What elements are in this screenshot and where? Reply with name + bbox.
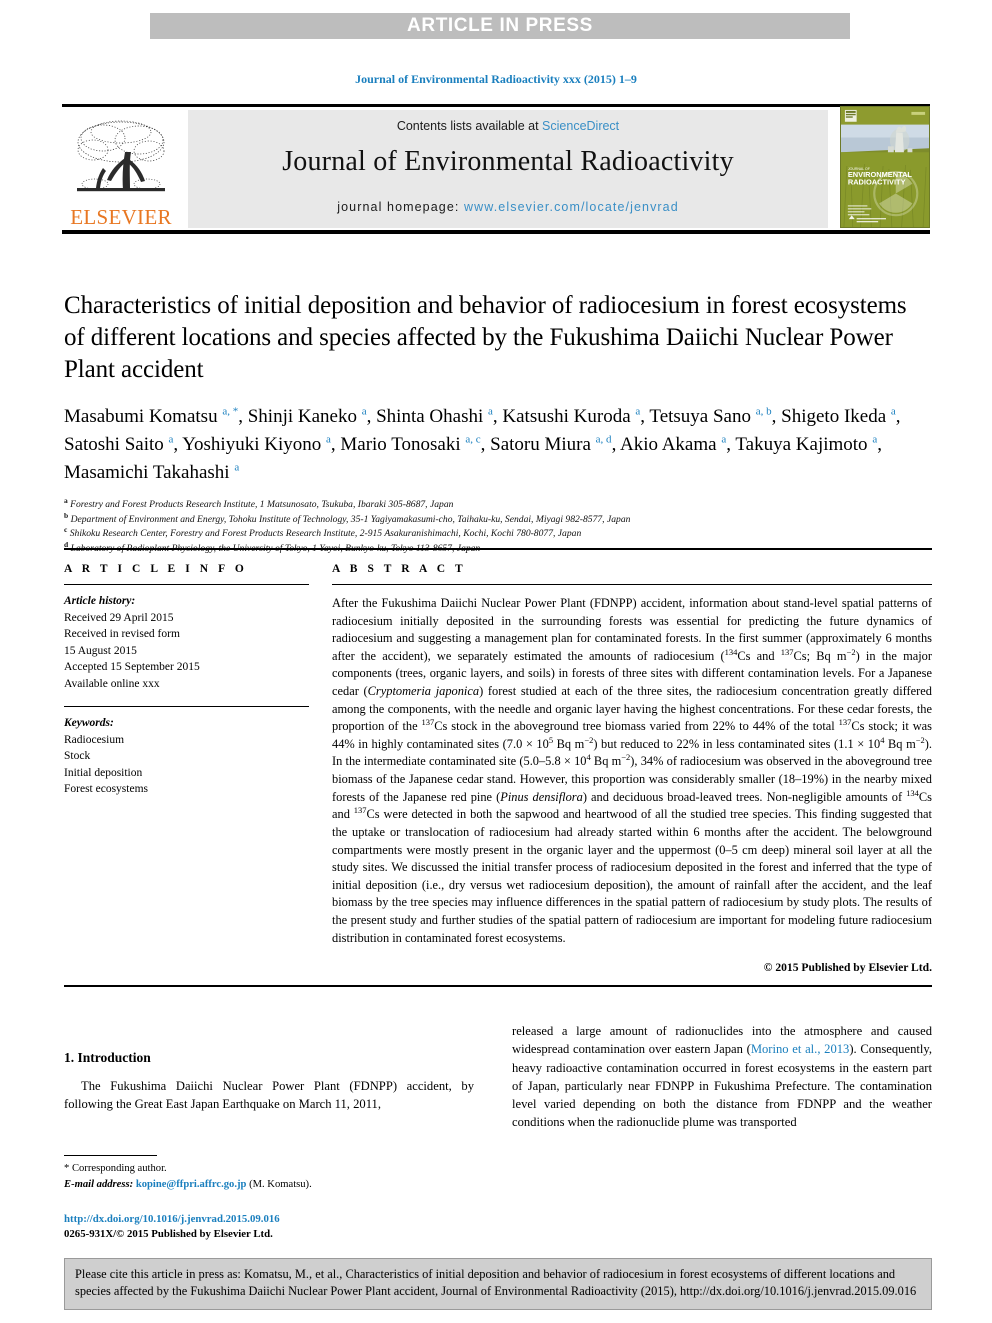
keyword-item: Forest ecosystems [64,783,149,796]
masthead-center-panel: Contents lists available at ScienceDirec… [188,110,828,228]
article-history-line: Received in revised form [64,628,180,641]
info-abstract-bottom-rule [64,985,932,987]
contents-lists-line: Contents lists available at ScienceDirec… [397,119,619,133]
abstract-column: A B S T R A C T After the Fukushima Daii… [332,563,932,974]
footnote-email-label: E-mail address: [64,1178,134,1190]
journal-homepage-url[interactable]: www.elsevier.com/locate/jenvrad [464,200,679,214]
article-in-press-banner: ARTICLE IN PRESS [150,13,850,39]
journal-cover-thumbnail: JOURNAL OF ENVIRONMENTAL RADIOACTIVITY [840,106,930,228]
article-history-line: 15 August 2015 [64,644,137,657]
svg-text:RADIOACTIVITY: RADIOACTIVITY [848,178,906,187]
journal-masthead: ELSEVIER Contents lists available at Sci… [62,104,930,234]
author-list: Masabumi Komatsu a, *, Shinji Kaneko a, … [64,405,901,484]
introduction-paragraph-right: released a large amount of radionuclides… [512,1024,932,1130]
abstract-rule [332,584,932,585]
abstract-text: After the Fukushima Daiichi Nuclear Powe… [332,596,932,945]
affiliation-item: c Shikoku Research Center, Forestry and … [64,525,582,540]
footnote-email-address[interactable]: kopine@ffpri.affrc.go.jp [136,1179,247,1190]
affiliation-mark: c [64,525,68,535]
doi-link[interactable]: http://dx.doi.org/10.1016/j.jenvrad.2015… [64,1212,564,1227]
article-history-label: Article history: [64,595,136,607]
keywords-label: Keywords: [64,717,114,730]
keyword-item: Radiocesium [64,733,125,746]
article-info-rule [64,584,309,585]
affiliation-mark: b [64,510,69,520]
footnote-email-line: E-mail address: kopine@ffpri.affrc.go.jp… [64,1177,474,1193]
elsevier-wordmark: ELSEVIER [70,205,172,229]
title-block: Characteristics of initial deposition an… [64,290,932,557]
cite-this-article-box: Please cite this article in press as: Ko… [64,1258,932,1310]
introduction-heading: 1. Introduction [64,1050,151,1065]
doi-block: http://dx.doi.org/10.1016/j.jenvrad.2015… [64,1212,564,1243]
masthead-top-rule [62,104,930,107]
footnote-corresponding-line: * Corresponding author. [64,1163,167,1174]
article-history-group: Article history: Received 29 April 2015 R… [64,593,309,692]
journal-homepage-prefix: journal homepage: [337,200,465,214]
elsevier-tree-icon [77,120,165,192]
article-history-line: Available online xxx [64,677,160,690]
keywords-lines: Radiocesium Stock Initial deposition Forest… [64,732,309,798]
article-info-column: A R T I C L E I N F O Article history: R… [64,563,309,798]
keywords-group: Keywords: Radiocesium Stock Initial deposi… [64,715,309,798]
journal-title: Journal of Environmental Radioactivity [282,146,734,177]
affiliation-item: a Forestry and Forest Products Research … [64,496,454,511]
affiliation-item: b Department of Environment and Energy, … [64,510,631,525]
article-info-separator [64,706,309,708]
abstract-copyright: © 2015 Published by Elsevier Ltd. [763,961,932,975]
article-history-line: Accepted 15 September 2015 [64,661,200,674]
article-info-heading: A R T I C L E I N F O [64,563,248,575]
issn-copyright: 0265-931X/© 2015 Published by Elsevier L… [64,1228,273,1241]
article-in-press-label: ARTICLE IN PRESS [407,15,593,36]
info-abstract-top-rule [64,548,932,550]
page-title: Characteristics of initial deposition an… [64,292,907,383]
elsevier-logo: ELSEVIER [62,110,180,228]
footnote-email-owner: (M. Komatsu). [249,1178,312,1190]
contents-lists-prefix: Contents lists available at [396,119,543,133]
abstract-heading: A B S T R A C T [332,563,467,575]
masthead-bottom-rule [62,230,930,234]
keyword-item: Stock [64,750,91,763]
running-head: Journal of Environmental Radioactivity x… [355,72,637,86]
article-history-line: Received 29 April 2015 [64,611,174,624]
footnote-rule [64,1155,157,1156]
corresponding-author-footnote: * Corresponding author. E-mail address: … [64,1155,474,1193]
introduction-left-column: 1. Introduction The Fukushima Daiichi Nu… [64,1050,474,1114]
article-history-lines: Received 29 April 2015 Received in revise… [64,610,309,693]
sciencedirect-link[interactable]: ScienceDirect [542,119,619,133]
journal-homepage-line: journal homepage: www.elsevier.com/locat… [337,200,679,214]
affiliation-mark: a [64,496,68,506]
journal-cover-artwork: JOURNAL OF ENVIRONMENTAL RADIOACTIVITY [841,107,929,227]
introduction-paragraph-left: The Fukushima Daiichi Nuclear Power Plan… [64,1079,474,1112]
introduction-right-column: released a large amount of radionuclides… [512,1022,932,1132]
keyword-item: Initial deposition [64,766,143,779]
